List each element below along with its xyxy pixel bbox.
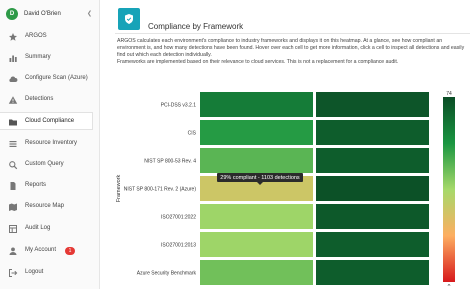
list-icon	[9, 141, 17, 147]
sidebar-item-label: Reports	[25, 182, 47, 188]
sidebar-item-my-account[interactable]: My Account 1	[0, 242, 100, 260]
header-divider	[115, 33, 470, 34]
sidebar-item-label: Audit Log	[25, 225, 51, 231]
y-axis-label: Framework	[116, 175, 122, 203]
sidebar-item-resource-inventory[interactable]: Resource Inventory	[0, 135, 100, 153]
cell-tooltip: 29% compliant - 1103 detections	[217, 173, 303, 185]
sidebar-item-label: Cloud Compliance	[25, 118, 75, 124]
sidebar: D David O'Brien ❮ ARGOS Summary Configure …	[0, 0, 100, 289]
sidebar-item-reports[interactable]: Reports	[0, 177, 100, 195]
color-scale-max-label: 74	[446, 91, 452, 97]
notification-badge: 1	[65, 247, 75, 255]
app-window: D David O'Brien ❮ ARGOS Summary Configure …	[0, 0, 474, 289]
map-icon	[9, 203, 17, 211]
heatmap-cell[interactable]	[316, 176, 429, 201]
cloud-icon	[9, 76, 18, 82]
heatmap-cell[interactable]	[316, 260, 429, 285]
shield-icon	[118, 8, 140, 30]
sidebar-item-cloud-compliance[interactable]: Cloud Compliance	[0, 112, 93, 130]
search-icon	[9, 161, 18, 170]
row-label: ISO27001:2022	[161, 215, 196, 221]
heatmap-cell[interactable]	[200, 148, 313, 173]
sidebar-item-label: Summary	[25, 54, 51, 60]
bar-chart-icon	[9, 55, 17, 62]
page-description: ARGOS calculates each environment's comp…	[117, 38, 469, 66]
heatmap-cell[interactable]	[316, 204, 429, 229]
sidebar-item-label: Custom Query	[25, 161, 64, 167]
sidebar-item-label: ARGOS	[25, 33, 47, 39]
star-icon	[9, 33, 17, 41]
heatmap-cell[interactable]	[316, 232, 429, 257]
user-name: David O'Brien	[24, 11, 61, 17]
color-scale-bar	[443, 97, 455, 282]
color-scale-min-label: 0	[448, 284, 451, 286]
sidebar-item-detections[interactable]: Detections	[0, 91, 100, 109]
table-icon	[9, 225, 17, 233]
warning-icon	[8, 96, 18, 104]
sidebar-item-label: Configure Scan (Azure)	[25, 75, 88, 81]
sidebar-item-audit-log[interactable]: Audit Log	[0, 220, 100, 238]
user-avatar: D	[6, 8, 18, 20]
user-menu[interactable]: D David O'Brien ❮	[0, 4, 100, 24]
row-label: NIST SP 800-53 Rev. 4	[144, 159, 196, 165]
row-label: Azure Security Benchmark	[137, 271, 197, 277]
heatmap-cell[interactable]	[200, 120, 313, 145]
sidebar-item-label: Resource Inventory	[25, 140, 78, 146]
sidebar-item-configure-scan-azure[interactable]: Configure Scan (Azure)	[0, 70, 100, 88]
page-title: Compliance by Framework	[148, 22, 244, 31]
document-icon	[10, 182, 16, 190]
sidebar-item-label: Detections	[25, 96, 54, 102]
sidebar-item-resource-map[interactable]: Resource Map	[0, 198, 100, 216]
folder-icon	[9, 119, 17, 126]
sidebar-item-label: Logout	[25, 269, 44, 275]
heatmap-cell[interactable]	[200, 204, 313, 229]
row-label: ISO27001:2013	[161, 243, 196, 249]
logout-icon	[9, 269, 18, 277]
heatmap-cell[interactable]	[200, 260, 313, 285]
heatmap-cell[interactable]	[316, 148, 429, 173]
compliance-heatmap: PCI-DSS v3.2.1 CIS NIST SP 800-53 Rev. 4 NI…	[112, 86, 474, 286]
heatmap-cell[interactable]	[316, 92, 429, 117]
sidebar-item-label: My Account	[25, 247, 57, 253]
chevron-left-icon[interactable]: ❮	[87, 10, 92, 17]
heatmap-cell[interactable]	[200, 92, 313, 117]
heatmap-svg: PCI-DSS v3.2.1 CIS NIST SP 800-53 Rev. 4 NI…	[116, 91, 455, 286]
sidebar-item-logout[interactable]: Logout	[0, 264, 100, 282]
heatmap-cell[interactable]	[316, 120, 429, 145]
description-paragraph: Frameworks are implemented based on thei…	[117, 59, 399, 65]
row-label: CIS	[188, 131, 197, 137]
description-paragraph: ARGOS calculates each environment's comp…	[117, 38, 465, 58]
account-icon	[9, 247, 17, 255]
sidebar-item-custom-query[interactable]: Custom Query	[0, 156, 100, 174]
row-label: PCI-DSS v3.2.1	[161, 103, 197, 109]
sidebar-item-label: Resource Map	[25, 203, 65, 209]
row-label: NIST SP 800-171 Rev. 2 (Azure)	[124, 187, 197, 193]
heatmap-cell[interactable]	[200, 232, 313, 257]
sidebar-item-argos[interactable]: ARGOS	[0, 28, 100, 46]
sidebar-item-summary[interactable]: Summary	[0, 49, 100, 67]
